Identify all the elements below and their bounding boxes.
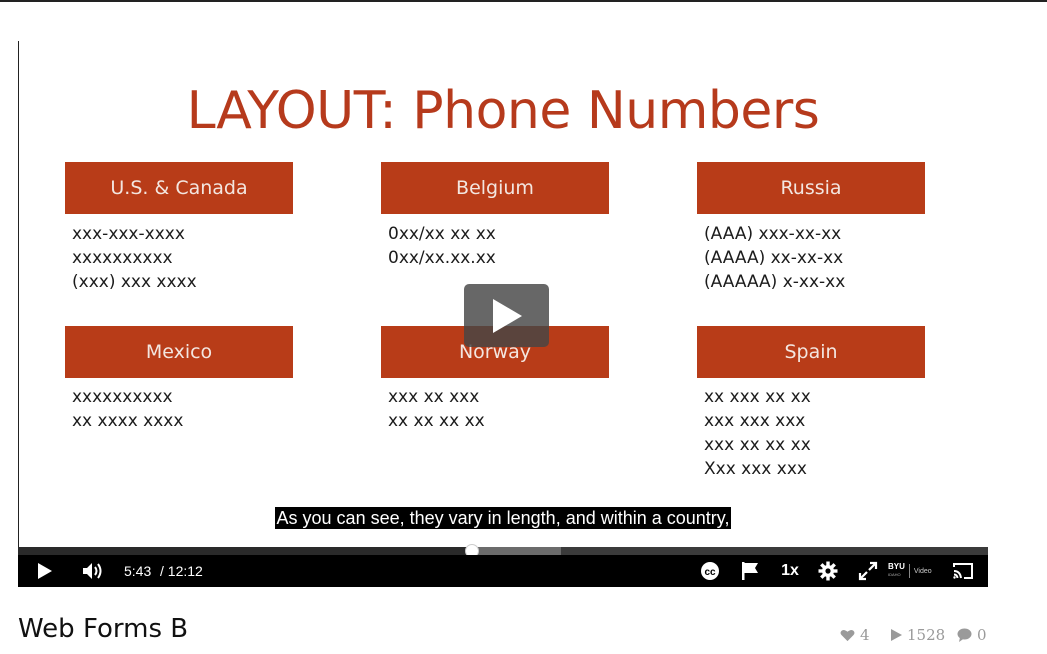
play-icon <box>492 298 522 333</box>
brand-label: Video <box>913 567 932 575</box>
video-title: Web Forms B <box>18 614 189 644</box>
country-formats-us-canada: xxx-xxx-xxxx xxxxxxxxxx (xxx) xxx xxxx <box>72 222 197 294</box>
format-line: xxxxxxxxxx <box>72 248 173 268</box>
format-line: (AAAA) xx-xx-xx <box>704 248 844 268</box>
brand-name: BYU <box>888 562 905 571</box>
plays-count: 1528 <box>907 626 946 644</box>
comment-bubble-icon <box>957 628 972 642</box>
country-formats-belgium: 0xx/xx xx xx 0xx/xx.xx.xx <box>388 222 496 270</box>
format-line: xxx xx xx xx <box>704 435 811 455</box>
volume-icon <box>83 563 102 579</box>
heart-icon <box>840 629 855 641</box>
fullscreen-button[interactable] <box>856 555 880 587</box>
duration: / 12:12 <box>160 563 203 579</box>
format-line: xx xx xx xx <box>388 411 485 431</box>
svg-text:cc: cc <box>704 567 716 578</box>
format-line: (AAAAA) x-xx-xx <box>704 272 846 292</box>
video-player[interactable]: LAYOUT: Phone Numbers U.S. & Canada xxx-… <box>18 41 988 587</box>
country-formats-russia: (AAA) xxx-xx-xx (AAAA) xx-xx-xx (AAAAA) … <box>704 222 845 294</box>
country-header-belgium: Belgium <box>381 162 609 214</box>
format-line: xx xxx xx xx <box>704 387 811 407</box>
playback-speed-button[interactable]: 1x <box>776 555 804 587</box>
brand-sub: IDAHO <box>888 572 901 577</box>
format-line: xx xxxx xxxx <box>72 411 184 431</box>
country-formats-mexico: xxxxxxxxxx xx xxxx xxxx <box>72 385 183 433</box>
format-line: xxx-xxx-xxxx <box>72 224 185 244</box>
progress-bar[interactable] <box>18 544 988 558</box>
country-header-russia: Russia <box>697 162 925 214</box>
country-formats-spain: xx xxx xx xx xxx xxx xxx xxx xx xx xx Xx… <box>704 385 811 481</box>
cast-icon <box>953 563 973 579</box>
closed-captions-icon: cc <box>701 562 719 580</box>
settings-button[interactable] <box>816 555 840 587</box>
caption-track: As you can see, they vary in length, and… <box>18 507 988 529</box>
play-icon <box>38 563 52 579</box>
format-line: xxxxxxxxxx <box>72 387 173 407</box>
play-button[interactable] <box>32 555 58 587</box>
slide-title: LAYOUT: Phone Numbers <box>186 81 820 141</box>
big-play-button[interactable] <box>464 284 549 347</box>
country-header-spain: Spain <box>697 326 925 378</box>
current-time: 5:43 <box>124 563 152 579</box>
volume-button[interactable] <box>80 555 106 587</box>
report-flag-button[interactable] <box>738 555 762 587</box>
format-line: xxx xx xxx <box>388 387 480 407</box>
gear-icon <box>818 561 838 581</box>
country-header-us-canada: U.S. & Canada <box>65 162 293 214</box>
flag-icon <box>742 562 758 580</box>
top-divider <box>0 0 1047 2</box>
progress-played <box>18 547 472 555</box>
fullscreen-icon <box>858 561 878 581</box>
comments-count: 0 <box>977 626 987 644</box>
format-line: 0xx/xx.xx.xx <box>388 248 496 268</box>
likes-count: 4 <box>860 626 870 644</box>
byu-idaho-video-logo[interactable]: BYU IDAHO Video <box>888 555 938 587</box>
country-header-mexico: Mexico <box>65 326 293 378</box>
brand-divider <box>908 564 910 578</box>
caption-text: As you can see, they vary in length, and… <box>274 507 732 529</box>
plays-stat: 1528 <box>891 624 945 646</box>
format-line: xxx xxx xxx <box>704 411 806 431</box>
cast-button[interactable] <box>950 555 976 587</box>
format-line: 0xx/xx xx xx <box>388 224 496 244</box>
control-bar: 5:43 / 12:12 cc 1x BYU IDAHO Video <box>18 555 988 587</box>
comments-stat[interactable]: 0 <box>957 624 987 646</box>
format-line: Xxx xxx xxx <box>704 459 807 479</box>
closed-captions-button[interactable]: cc <box>698 555 722 587</box>
country-formats-norway: xxx xx xxx xx xx xx xx <box>388 385 485 433</box>
likes-stat[interactable]: 4 <box>840 624 870 646</box>
play-count-icon <box>891 629 902 641</box>
format-line: (AAA) xxx-xx-xx <box>704 224 842 244</box>
format-line: (xxx) xxx xxxx <box>72 272 197 292</box>
